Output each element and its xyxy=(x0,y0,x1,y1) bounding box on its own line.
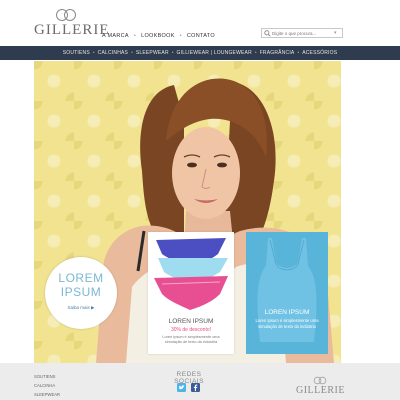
panties-card-discount: 30% de desconto! xyxy=(170,327,212,333)
chevron-down-icon[interactable]: ▾ xyxy=(334,30,337,36)
panties-product-card[interactable]: LOREN IPSUM 30% de desconto! Loren Ipsum… xyxy=(148,232,234,354)
brand-name: GILLERIE xyxy=(34,22,110,38)
nav-item-acessorios[interactable]: ACESSÓRIOS xyxy=(302,50,337,56)
tank-product-image xyxy=(257,238,317,342)
panties-card-description: Loren Ipsum é simplesmente uma simulação… xyxy=(162,335,220,344)
footer-link-sleepwear[interactable]: SLEEPWEAR xyxy=(34,390,60,399)
social-icons xyxy=(177,383,200,392)
tank-product-card[interactable]: LOREN IPSUM Loren Ipsum é simplesmente u… xyxy=(246,232,328,354)
main-nav: SOUTIENS • CALCINHAS • SLEEPWEAR • GILLI… xyxy=(0,46,400,60)
promo-circle[interactable]: LOREM IPSUM Saiba mais ▶ xyxy=(45,257,117,329)
nav-item-fragrancia[interactable]: FRAGRÂNCIA xyxy=(260,50,295,56)
twitter-icon[interactable] xyxy=(177,383,186,392)
nav-separator: • xyxy=(297,50,300,56)
top-nav: A MARCA • LOOKBOOK • CONTATO xyxy=(102,33,215,39)
top-nav-lookbook[interactable]: LOOKBOOK xyxy=(141,33,175,39)
site-header: GILLERIE A MARCA • LOOKBOOK • CONTATO ▾ xyxy=(0,0,400,46)
nav-item-soutiens[interactable]: SOUTIENS xyxy=(63,50,90,56)
nav-separator: • xyxy=(179,33,182,39)
top-nav-contato[interactable]: CONTATO xyxy=(187,33,215,39)
facebook-icon[interactable] xyxy=(191,383,200,392)
nav-item-gilliewear[interactable]: GILLIEWEAR | LOUNGEWEAR xyxy=(177,50,252,56)
panties-card-title: LOREN IPSUM xyxy=(168,318,214,325)
footer-logo[interactable]: GILLERIE xyxy=(296,376,345,396)
tank-card-title: LOREN IPSUM xyxy=(264,309,310,316)
search-icon[interactable] xyxy=(262,29,272,37)
footer-brand-name: GILLERIE xyxy=(296,385,345,396)
nav-separator: • xyxy=(171,50,174,56)
top-nav-a-marca[interactable]: A MARCA xyxy=(102,33,129,39)
brand-logo[interactable]: GILLERIE xyxy=(34,8,110,38)
more-link-label: Saiba mais xyxy=(67,305,90,310)
nav-separator: • xyxy=(133,33,137,39)
search-input[interactable] xyxy=(272,30,332,36)
logo-rings-icon xyxy=(56,9,76,21)
nav-separator: • xyxy=(92,50,95,56)
site-footer: SOUTIENS CALCINHA SLEEPWEAR REDES SOCIAI… xyxy=(0,363,400,400)
footer-links: SOUTIENS CALCINHA SLEEPWEAR xyxy=(34,372,60,399)
search-box[interactable]: ▾ xyxy=(261,28,343,38)
panties-product-image xyxy=(154,238,228,310)
promo-circle-more-link[interactable]: Saiba mais ▶ xyxy=(45,305,117,311)
nav-item-calcinhas[interactable]: CALCINHAS xyxy=(98,50,128,56)
nav-item-sleepwear[interactable]: SLEEPWEAR xyxy=(136,50,169,56)
tank-card-description: Loren Ipsum é simplesmente uma simulação… xyxy=(255,318,319,329)
promo-circle-line1: LOREM xyxy=(58,271,104,285)
logo-rings-icon xyxy=(313,376,327,385)
nav-separator: • xyxy=(131,50,133,56)
hero-banner[interactable]: LOREM IPSUM Saiba mais ▶ LOREN IPSUM 30%… xyxy=(34,61,341,363)
footer-link-soutiens[interactable]: SOUTIENS xyxy=(34,372,60,381)
nav-separator: • xyxy=(254,50,257,56)
footer-link-calcinha[interactable]: CALCINHA xyxy=(34,381,60,390)
play-arrow-icon: ▶ xyxy=(91,305,95,310)
promo-circle-line2: IPSUM xyxy=(60,285,102,299)
